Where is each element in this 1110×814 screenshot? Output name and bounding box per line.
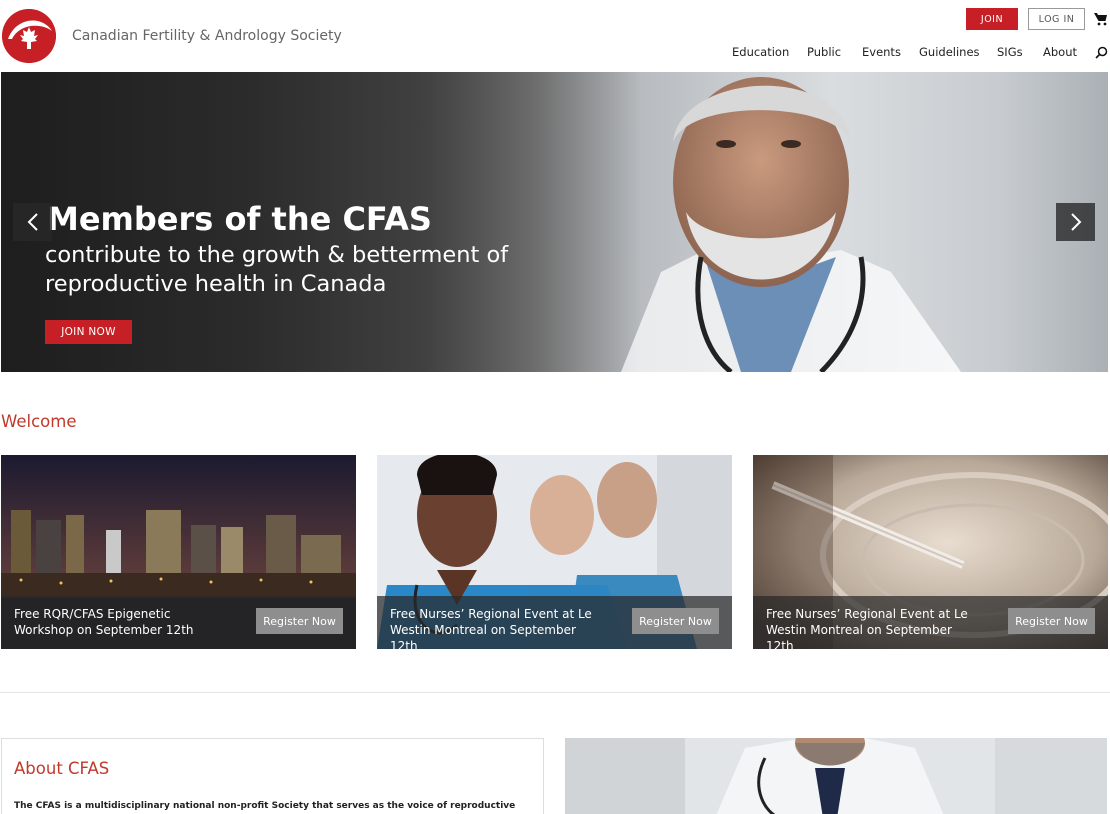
register-now-button[interactable]: Register Now: [632, 608, 719, 634]
card-title[interactable]: Free Nurses’ Regional Event at Le Westin…: [766, 606, 976, 649]
site-name[interactable]: Canadian Fertility & Andrology Society: [72, 28, 342, 44]
site-header: Canadian Fertility & Andrology Society J…: [0, 0, 1110, 72]
nav-item-events[interactable]: Events: [862, 45, 901, 59]
event-card[interactable]: Free Nurses’ Regional Event at Le Westin…: [753, 455, 1108, 649]
carousel-next-button[interactable]: [1056, 203, 1095, 241]
chevron-right-icon: [1070, 213, 1081, 231]
nav-item-education[interactable]: Education: [732, 45, 789, 59]
nav-item-public[interactable]: Public: [807, 45, 841, 59]
event-card[interactable]: Free Nurses’ Regional Event at Le Westin…: [377, 455, 732, 649]
about-doctor-photo: [565, 738, 1107, 814]
nav-item-about[interactable]: About: [1043, 45, 1077, 59]
nav-item-sigs[interactable]: SIGs: [997, 45, 1023, 59]
search-icon[interactable]: [1095, 46, 1108, 59]
cart-icon[interactable]: [1094, 12, 1108, 26]
nav-item-guidelines[interactable]: Guidelines: [919, 45, 980, 59]
about-text: The CFAS is a multidisciplinary national…: [14, 801, 516, 811]
register-now-button[interactable]: Register Now: [256, 608, 343, 634]
welcome-heading: Welcome: [1, 412, 77, 431]
carousel-prev-button[interactable]: [13, 203, 52, 241]
about-title: About CFAS: [14, 759, 110, 778]
hero-title: Members of the CFAS: [47, 200, 432, 238]
hero-subtitle: contribute to the growth & betterment of…: [45, 242, 509, 297]
join-now-button[interactable]: JOIN NOW: [45, 320, 132, 344]
hero-carousel: Members of the CFAS contribute to the gr…: [1, 72, 1108, 372]
about-section: About CFAS The CFAS is a multidisciplina…: [1, 738, 544, 814]
chevron-left-icon: [27, 213, 38, 231]
join-button[interactable]: JOIN: [966, 8, 1018, 30]
event-card[interactable]: Free RQR/CFAS Epigenetic Workshop on Sep…: [1, 455, 356, 649]
card-title[interactable]: Free Nurses’ Regional Event at Le Westin…: [390, 606, 600, 649]
section-divider: [0, 692, 1110, 693]
main-nav: Education Public Events Guidelines SIGs …: [0, 45, 1110, 61]
card-title[interactable]: Free RQR/CFAS Epigenetic Workshop on Sep…: [14, 606, 224, 638]
login-button[interactable]: LOG IN: [1028, 8, 1085, 30]
register-now-button[interactable]: Register Now: [1008, 608, 1095, 634]
